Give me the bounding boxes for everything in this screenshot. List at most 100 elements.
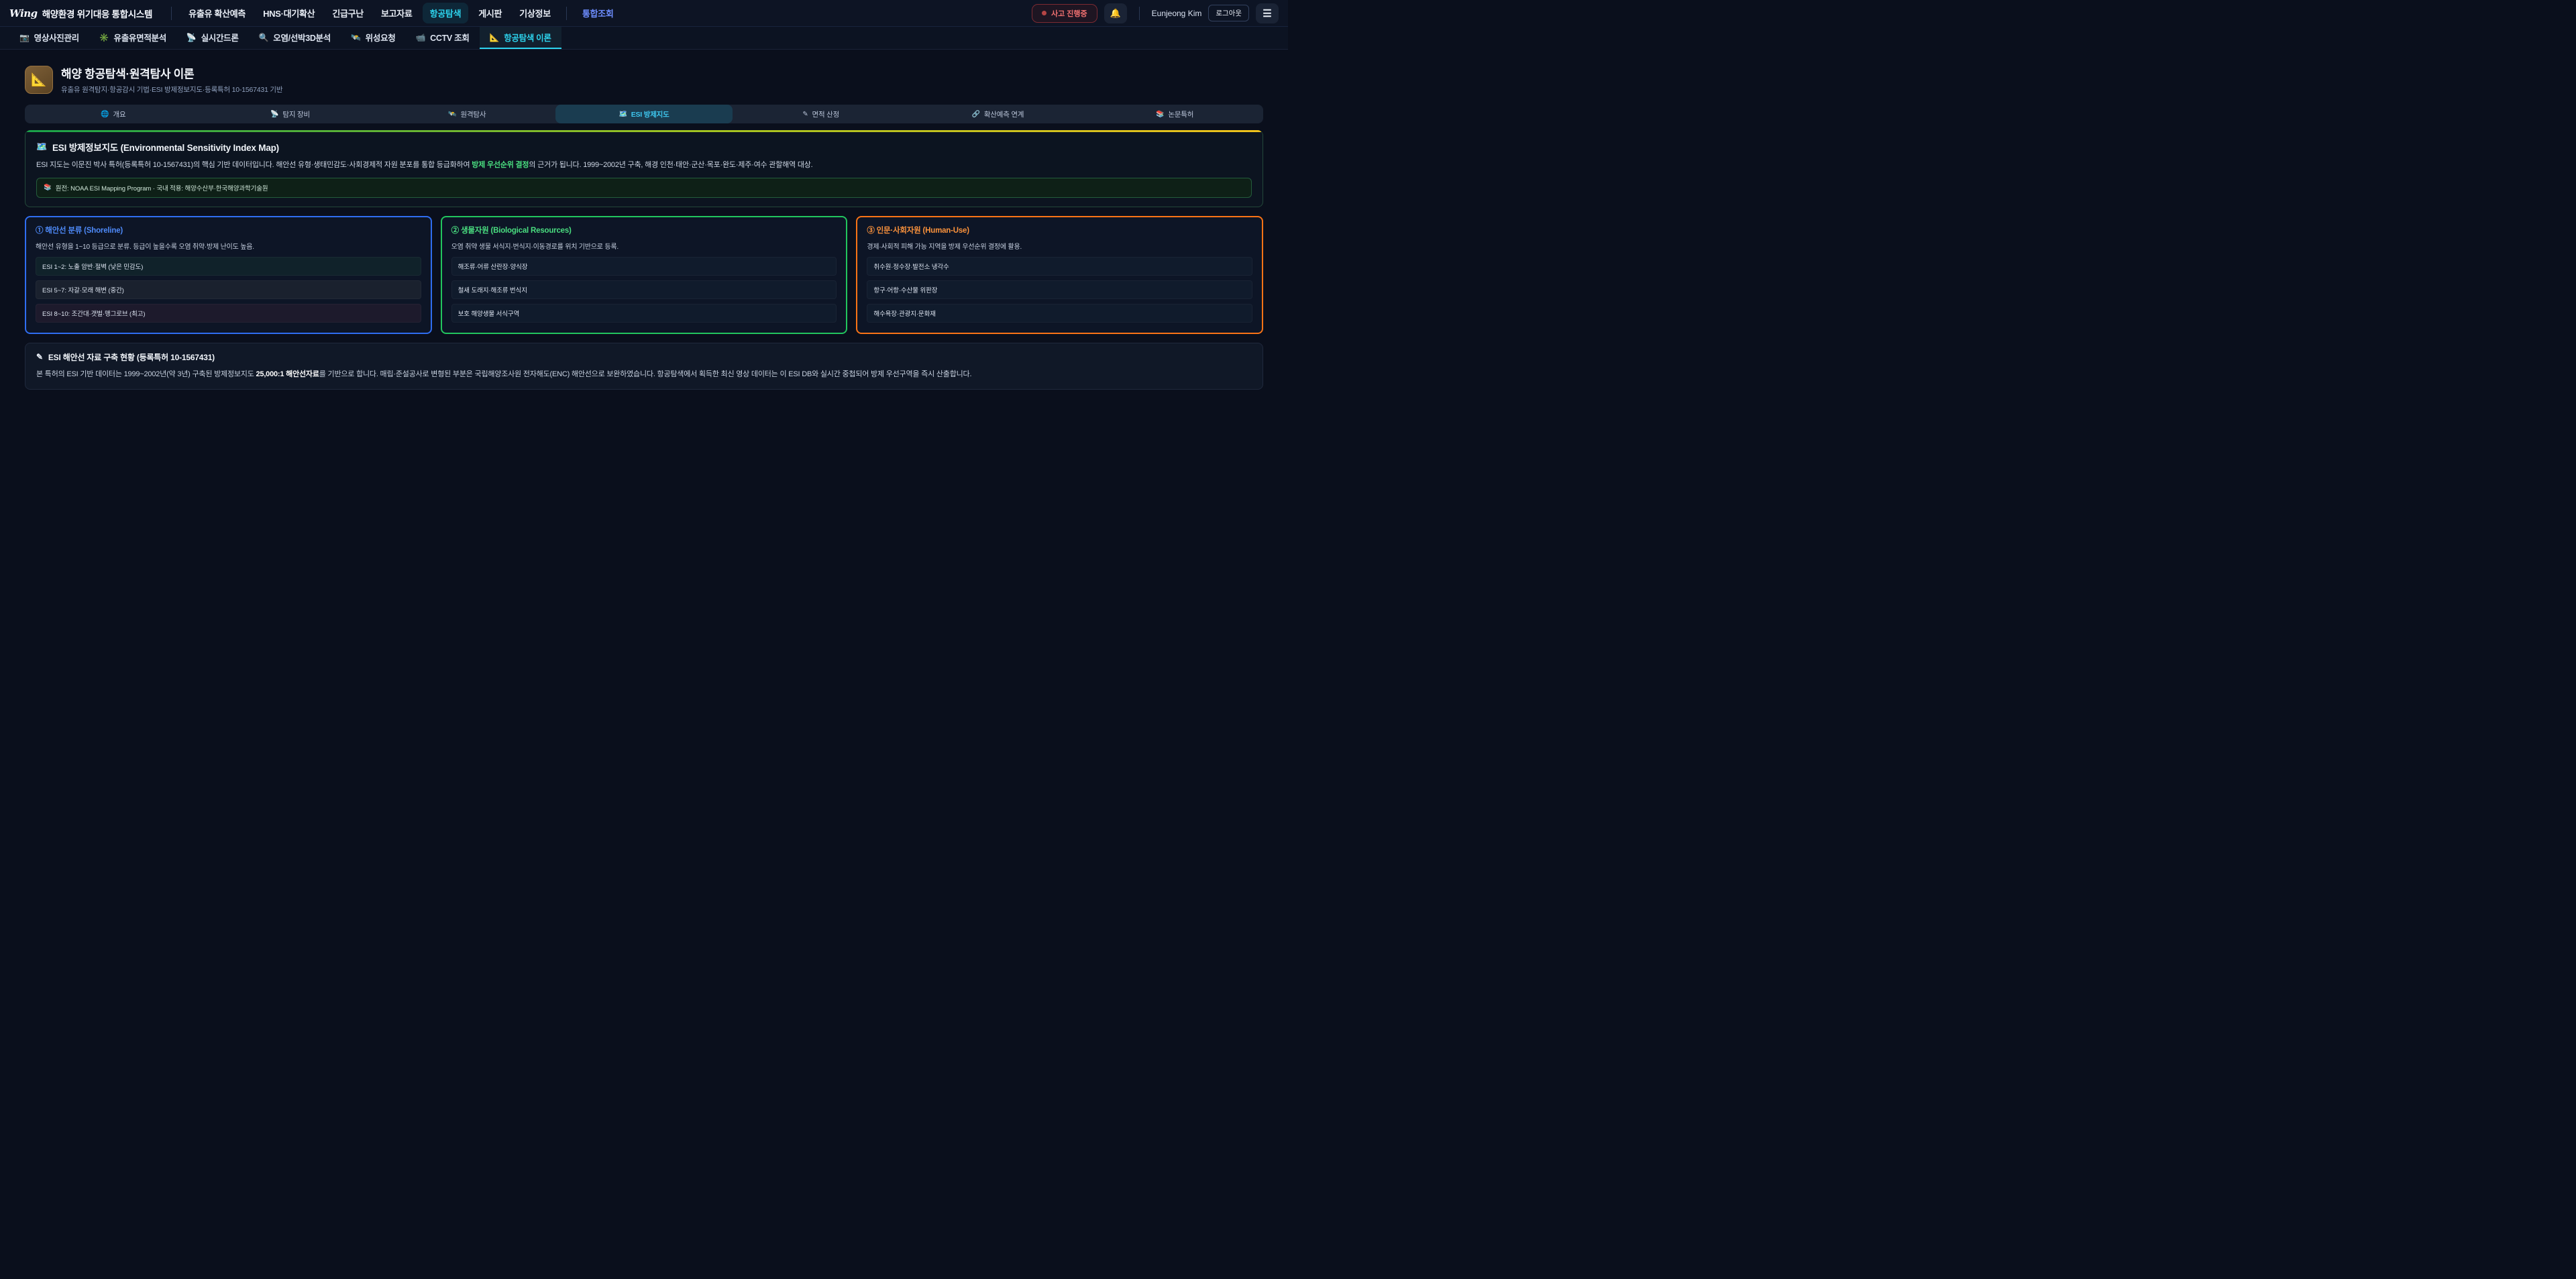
tab-detection-equipment[interactable]: 📡 탐지 장비 (202, 105, 379, 123)
esi-source-box: 📚 원전: NOAA ESI Mapping Program · 국내 적용: … (36, 178, 1252, 198)
header-right-group: 사고 진행중 🔔 Eunjeong Kim 로그아웃 ☰ (1032, 3, 1279, 23)
antenna-icon: 📡 (270, 111, 278, 118)
esi-intro-paragraph: ESI 지도는 이문진 박사 특허(등록특허 10-1567431)의 핵심 기… (36, 160, 1252, 171)
esi-section-title-row: 🗺️ ESI 방제정보지도 (Environmental Sensitivity… (36, 140, 1252, 154)
tab-overview[interactable]: 🌐 개요 (25, 105, 202, 123)
esi-category-cards: ① 해안선 분류 (Shoreline) 해안선 유형을 1~10 등급으로 분… (25, 216, 1263, 334)
card-shoreline-title: ① 해안선 분류 (Shoreline) (36, 225, 421, 235)
list-item: 해수욕장·관광지·문화재 (867, 304, 1252, 323)
card-biological-title: ② 생물자원 (Biological Resources) (451, 225, 837, 235)
satellite-icon: 🛰️ (351, 33, 361, 42)
globe-icon: 🌐 (101, 111, 109, 118)
subtab-label: 실시간드론 (201, 31, 239, 44)
construction-title-row: ✎ ESI 해안선 자료 구축 현황 (등록특허 10-1567431) (36, 351, 1252, 363)
construction-title: ESI 해안선 자료 구축 현황 (등록특허 10-1567431) (48, 351, 215, 363)
tab-label: ESI 방제지도 (631, 109, 669, 119)
nav-item-reports[interactable]: 보고자료 (374, 3, 420, 23)
magnifier-icon: 🔍 (259, 33, 269, 42)
hamburger-icon: ☰ (1263, 7, 1271, 19)
user-divider (1139, 7, 1140, 20)
incident-badge-label: 사고 진행중 (1051, 8, 1087, 19)
nav-item-integrated-search[interactable]: 통합조회 (575, 3, 621, 23)
esi-source-text: 원전: NOAA ESI Mapping Program · 국내 적용: 해양… (56, 183, 268, 192)
pencil-icon: ✎ (36, 352, 43, 362)
card-biological-desc: 오염 취약 생물 서식지·번식지·이동경로를 위치 기반으로 등록. (451, 241, 837, 251)
notification-bell-button[interactable]: 🔔 (1104, 3, 1127, 23)
card-shoreline-rows: ESI 1~2: 노출 암반·절벽 (낮은 민감도) ESI 5~7: 자갈·모… (36, 257, 421, 323)
card-biological-rows: 해조류·어류 산란장·양식장 철새 도래지·해조류 번식지 보호 해양생물 서식… (451, 257, 837, 323)
nav-item-board[interactable]: 게시판 (471, 3, 509, 23)
subtab-pollution-ship-3d[interactable]: 🔍 오염/선박3D분석 (249, 27, 341, 49)
incident-status-badge[interactable]: 사고 진행중 (1032, 4, 1097, 23)
tab-esi-map[interactable]: 🗺️ ESI 방제지도 (555, 105, 733, 123)
subtab-label: 유출유면적분석 (114, 31, 166, 44)
subtab-cctv-view[interactable]: 📹 CCTV 조회 (405, 27, 479, 49)
subtab-label: 영상사진관리 (34, 31, 79, 44)
esi-section-title: ESI 방제정보지도 (Environmental Sensitivity In… (52, 140, 279, 154)
page-header: 📐 해양 항공탐색·원격탐사 이론 유출유 원격탐지·항공감시 기법·ESI 방… (25, 64, 1263, 95)
esi-intro-highlight: 방제 우선순위 결정 (472, 161, 529, 169)
subtab-aerial-search-theory[interactable]: 📐 항공탐색 이론 (480, 27, 561, 49)
tab-label: 원격탐사 (461, 109, 486, 119)
card-shoreline: ① 해안선 분류 (Shoreline) 해안선 유형을 1~10 등급으로 분… (25, 216, 432, 334)
nav-item-weather-info[interactable]: 기상정보 (512, 3, 558, 23)
esi-section-body: 🗺️ ESI 방제정보지도 (Environmental Sensitivity… (25, 132, 1263, 207)
tab-label: 면적 산정 (812, 109, 840, 119)
tab-remote-sensing[interactable]: 🛰️ 원격탐사 (378, 105, 555, 123)
bell-icon: 🔔 (1110, 8, 1121, 19)
nav-item-emergency-rescue[interactable]: 긴급구난 (325, 3, 371, 23)
page-subtitle: 유출유 원격탐지·항공감시 기법·ESI 방제정보지도·등록특허 10-1567… (61, 85, 282, 95)
subtab-satellite-request[interactable]: 🛰️ 위성요청 (341, 27, 405, 49)
main-content: 📐 해양 항공탐색·원격탐사 이론 유출유 원격탐지·항공감시 기법·ESI 방… (0, 50, 1288, 390)
page-title: 해양 항공탐색·원격탐사 이론 (61, 64, 282, 81)
nav-divider (566, 7, 567, 20)
logo-wing-mark: Wing (9, 7, 38, 19)
tab-label: 논문특허 (1168, 109, 1193, 119)
esi-intro-post: 의 근거가 됩니다. 1999~2002년 구축, 해경 인천·태안·군산·목포… (529, 161, 812, 169)
list-item: 취수원·정수장·발전소 냉각수 (867, 257, 1252, 276)
logout-button[interactable]: 로그아웃 (1208, 5, 1249, 21)
card-human-use-title: ③ 인문·사회자원 (Human-Use) (867, 225, 1252, 235)
tab-label: 탐지 장비 (282, 109, 310, 119)
nav-item-aerial-search[interactable]: 항공탐색 (423, 3, 469, 23)
app-logo[interactable]: Wing 해양환경 위기대응 통합시스템 (9, 7, 162, 20)
subtab-label: 오염/선박3D분석 (273, 31, 331, 44)
construction-body-bold: 25,000:1 해안선자료 (256, 370, 319, 378)
satellite-icon: 🛰️ (448, 111, 456, 118)
tab-label: 개요 (113, 109, 126, 119)
subtab-realtime-drone[interactable]: 📡 실시간드론 (176, 27, 249, 49)
main-nav: 유출유 확산예측 HNS·대기확산 긴급구난 보고자료 항공탐색 게시판 기상정… (181, 3, 621, 23)
esi-intro-pre: ESI 지도는 이문진 박사 특허(등록특허 10-1567431)의 핵심 기… (36, 161, 472, 169)
list-item: ESI 1~2: 노출 암반·절벽 (낮은 민감도) (36, 257, 421, 276)
card-shoreline-desc: 해안선 유형을 1~10 등급으로 분류. 등급이 높을수록 오염 취약·방제 … (36, 241, 421, 251)
link-icon: 🔗 (972, 111, 980, 118)
app-title: 해양환경 위기대응 통합시스템 (42, 7, 152, 20)
nav-item-hns-atmospheric[interactable]: HNS·대기확산 (256, 3, 322, 23)
list-item: 철새 도래지·해조류 번식지 (451, 280, 837, 299)
map-icon: 🗺️ (36, 142, 47, 152)
subtab-image-photo-management[interactable]: 📷 영상사진관리 (9, 27, 89, 49)
hamburger-menu-button[interactable]: ☰ (1256, 3, 1279, 23)
tab-label: 확산예측 연계 (984, 109, 1024, 119)
video-camera-icon: 📹 (415, 33, 425, 42)
books-icon: 📚 (44, 184, 52, 191)
incident-dot-icon (1042, 11, 1046, 15)
sub-navigation: 📷 영상사진관리 ✳️ 유출유면적분석 📡 실시간드론 🔍 오염/선박3D분석 … (0, 27, 1288, 50)
list-item: 보호 해양생물 서식구역 (451, 304, 837, 323)
subtab-label: CCTV 조회 (430, 31, 469, 44)
triangle-ruler-icon: 📐 (31, 72, 47, 88)
top-header: Wing 해양환경 위기대응 통합시스템 유출유 확산예측 HNS·대기확산 긴… (0, 0, 1288, 27)
tab-papers-patents[interactable]: 📚 논문특허 (1086, 105, 1263, 123)
triangle-ruler-icon: 📐 (490, 33, 500, 42)
subtab-oil-area-analysis[interactable]: ✳️ 유출유면적분석 (89, 27, 176, 49)
subtab-label: 위성요청 (366, 31, 396, 44)
esi-map-section: 🗺️ ESI 방제정보지도 (Environmental Sensitivity… (25, 130, 1263, 207)
tab-area-calculation[interactable]: ✎ 면적 산정 (733, 105, 910, 123)
tab-diffusion-link[interactable]: 🔗 확산예측 연계 (910, 105, 1087, 123)
card-human-use-rows: 취수원·정수장·발전소 냉각수 항구·어항·수산물 위판장 해수욕장·관광지·문… (867, 257, 1252, 323)
list-item: ESI 5~7: 자갈·모래 해변 (중간) (36, 280, 421, 299)
nav-item-oil-spill-prediction[interactable]: 유출유 확산예측 (181, 3, 253, 23)
card-biological: ② 생물자원 (Biological Resources) 오염 취약 생물 서… (441, 216, 848, 334)
subtab-label: 항공탐색 이론 (504, 31, 551, 44)
user-name: Eunjeong Kim (1152, 9, 1202, 18)
